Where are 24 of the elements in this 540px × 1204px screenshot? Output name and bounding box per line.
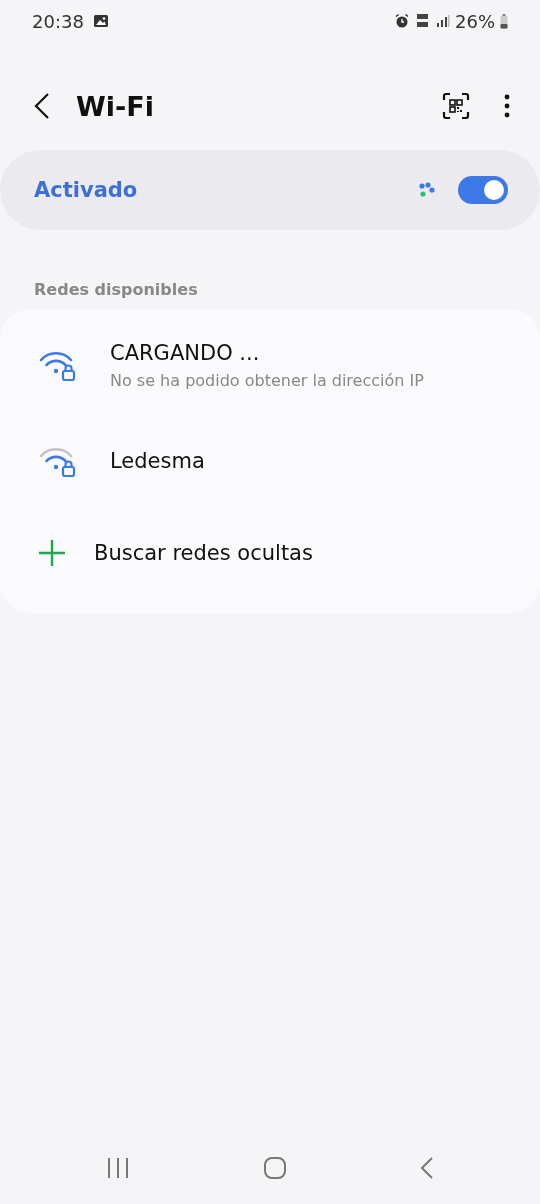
dots-icon[interactable] (416, 180, 436, 200)
page-title: Wi-Fi (76, 90, 154, 122)
network-name: CARGANDO ... (110, 340, 261, 365)
home-icon[interactable] (263, 1156, 287, 1180)
add-network-item[interactable]: Buscar redes ocultas (0, 509, 540, 597)
image-icon (92, 14, 109, 28)
network-item[interactable]: CARGANDO ... No se ha podido obtener la dirección IP (0, 317, 540, 413)
switch-label: Activado (34, 178, 138, 202)
battery-icon (500, 13, 508, 29)
network-name: Ledesma (110, 449, 205, 473)
recent-apps-icon[interactable] (106, 1157, 131, 1179)
battery-percent: 26% (455, 10, 495, 32)
alarm-icon (394, 13, 410, 29)
section-heading: Redes disponibles (34, 280, 199, 299)
back-icon[interactable] (34, 92, 50, 120)
signal-icon (436, 14, 450, 28)
status-time: 20:38 (32, 10, 84, 32)
network-status: No se ha podido obtener la dirección IP (110, 370, 424, 390)
more-options-icon[interactable] (504, 94, 510, 118)
wifi-toggle[interactable] (458, 176, 508, 204)
qr-code-icon[interactable] (442, 92, 470, 120)
add-network-label: Buscar redes ocultas (94, 541, 313, 565)
network-item[interactable]: Ledesma (0, 413, 540, 509)
plus-icon (38, 539, 66, 567)
